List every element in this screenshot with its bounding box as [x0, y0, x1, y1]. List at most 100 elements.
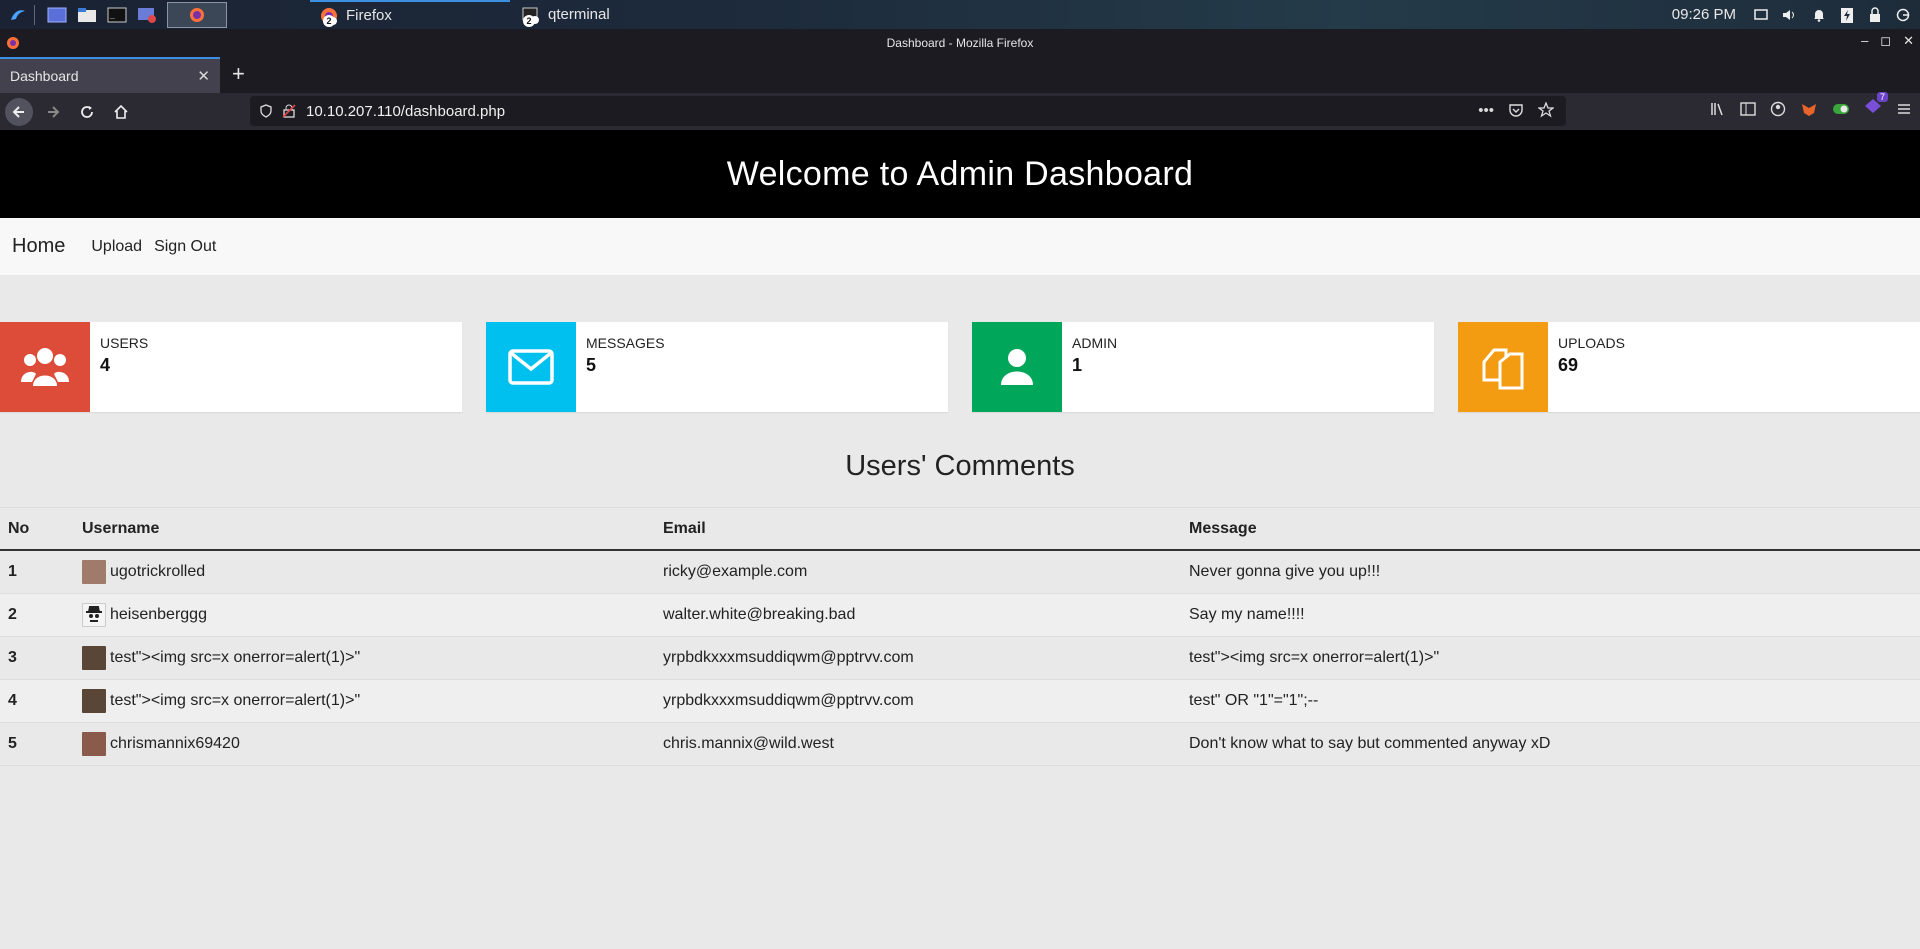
- avatar: [82, 603, 106, 627]
- row-number: 2: [8, 606, 17, 623]
- sidebar-icon[interactable]: [1740, 101, 1756, 117]
- battery-charging-icon[interactable]: [1840, 6, 1854, 24]
- username: test"><img src=x onerror=alert(1)>": [110, 692, 361, 709]
- nav-upload-link[interactable]: Upload: [91, 238, 142, 256]
- stat-icon-box: [972, 322, 1062, 412]
- username: test"><img src=x onerror=alert(1)>": [110, 649, 361, 666]
- extension-badge: 7: [1876, 92, 1888, 102]
- arrow-right-icon: [48, 105, 60, 118]
- svg-text:_: _: [110, 10, 115, 19]
- page-actions-icon[interactable]: •••: [1478, 102, 1494, 119]
- insecure-lock-icon[interactable]: [282, 104, 296, 118]
- taskbar-task-qterminal[interactable]: qterminal: [512, 0, 702, 29]
- stats-row: USERS 4 MESSAGES 5 ADMIN 1 UPLOADS 69: [0, 322, 1920, 412]
- minimize-icon[interactable]: –: [1861, 33, 1868, 49]
- screen-recorder-icon[interactable]: [135, 4, 159, 26]
- os-taskbar: _ Firefox qterminal 09:26 PM: [0, 0, 1920, 29]
- system-tray: 09:26 PM: [1672, 0, 1920, 29]
- column-header-message: Message: [1189, 519, 1257, 537]
- column-header-username: Username: [82, 519, 160, 537]
- display-icon[interactable]: [1754, 8, 1768, 22]
- stat-icon-box: [486, 322, 576, 412]
- stat-label: ADMIN: [1072, 335, 1118, 351]
- back-button[interactable]: [5, 97, 33, 126]
- stat-card-messages: MESSAGES 5: [486, 322, 948, 412]
- username-cell: test"><img src=x onerror=alert(1)>": [82, 689, 663, 713]
- clock[interactable]: 09:26 PM: [1672, 6, 1736, 23]
- stat-value: 1: [1072, 355, 1083, 375]
- reload-button[interactable]: [73, 98, 101, 126]
- reload-icon: [81, 105, 93, 118]
- kali-menu-icon[interactable]: [6, 4, 30, 26]
- library-icon[interactable]: [1710, 101, 1726, 117]
- window-title: Dashboard - Mozilla Firefox: [886, 36, 1034, 50]
- email-cell: ricky@example.com: [663, 563, 808, 580]
- volume-icon[interactable]: [1782, 8, 1798, 22]
- new-tab-icon[interactable]: +: [232, 61, 245, 87]
- home-icon: [114, 104, 128, 119]
- username: heisenberggg: [110, 606, 207, 623]
- close-tab-icon[interactable]: ✕: [197, 67, 210, 85]
- show-desktop-icon[interactable]: [45, 4, 69, 26]
- taskbar-firefox-launcher[interactable]: [167, 1, 227, 28]
- nav-sign-out-link[interactable]: Sign Out: [154, 238, 216, 256]
- stat-label: MESSAGES: [586, 335, 665, 351]
- column-header-email: Email: [663, 519, 706, 537]
- message-cell: test"><img src=x onerror=alert(1)>": [1189, 649, 1440, 666]
- tracking-shield-icon[interactable]: [260, 104, 272, 118]
- window-titlebar: Dashboard - Mozilla Firefox – ◻ ✕: [0, 29, 1920, 57]
- notifications-bell-icon[interactable]: [1812, 8, 1826, 22]
- firefox-icon: [7, 37, 19, 49]
- table-row: 3 test"><img src=x onerror=alert(1)>" yr…: [0, 637, 1920, 680]
- message-cell: Say my name!!!!: [1189, 606, 1305, 623]
- lock-screen-icon[interactable]: [1868, 6, 1882, 23]
- username-cell: heisenberggg: [82, 603, 663, 627]
- stat-label: UPLOADS: [1558, 335, 1625, 351]
- row-number: 3: [8, 649, 17, 666]
- hamburger-menu-icon[interactable]: [1896, 101, 1912, 117]
- table-row: 1 ugotrickrolled ricky@example.com Never…: [0, 551, 1920, 594]
- stat-value: 69: [1558, 355, 1579, 375]
- logout-icon[interactable]: [1896, 8, 1910, 22]
- task-count-badge: 2: [323, 15, 335, 27]
- account-icon[interactable]: [1770, 101, 1786, 117]
- web-page: Welcome to Admin Dashboard Home Upload S…: [0, 130, 1920, 949]
- avatar: [82, 689, 106, 713]
- page-header: Welcome to Admin Dashboard: [0, 130, 1920, 218]
- username: chrismannix69420: [110, 735, 240, 752]
- taskbar-task-label: qterminal: [548, 6, 610, 23]
- table-row: 4 test"><img src=x onerror=alert(1)>" yr…: [0, 680, 1920, 723]
- wappalyzer-extension[interactable]: 7: [1864, 92, 1888, 119]
- foxyproxy-extension-icon[interactable]: [1800, 101, 1818, 117]
- username-cell: chrismannix69420: [82, 732, 663, 756]
- toggle-extension-icon[interactable]: [1832, 102, 1850, 116]
- avatar: [82, 560, 106, 584]
- stat-card-users: USERS 4: [0, 322, 462, 412]
- row-number: 1: [8, 563, 17, 580]
- table-row: 2 heisenberggg walter.white@breaking.bad…: [0, 594, 1920, 637]
- message-cell: Never gonna give you up!!!: [1189, 563, 1381, 580]
- email-cell: yrpbdkxxxmsuddiqwm@pptrvv.com: [663, 649, 914, 666]
- stat-card-uploads: UPLOADS 69: [1458, 322, 1920, 412]
- close-window-icon[interactable]: ✕: [1903, 33, 1914, 49]
- stat-icon-box: [1458, 322, 1548, 412]
- stat-card-admin: ADMIN 1: [972, 322, 1434, 412]
- heisenberg-avatar-icon: [86, 606, 102, 622]
- maximize-icon[interactable]: ◻: [1880, 33, 1891, 49]
- email-cell: walter.white@breaking.bad: [663, 606, 856, 623]
- tab-dashboard[interactable]: Dashboard ✕: [0, 57, 220, 93]
- firefox-icon: [190, 7, 204, 22]
- file-manager-icon[interactable]: [75, 4, 99, 26]
- email-cell: chris.mannix@wild.west: [663, 735, 834, 752]
- terminal-icon[interactable]: _: [105, 4, 129, 26]
- nav-home-link[interactable]: Home: [12, 235, 65, 258]
- pocket-icon[interactable]: [1508, 102, 1524, 118]
- url-bar[interactable]: 10.10.207.110/dashboard.php •••: [250, 96, 1566, 126]
- home-button[interactable]: [107, 98, 135, 126]
- taskbar-task-firefox[interactable]: Firefox: [310, 0, 510, 29]
- forward-button[interactable]: [39, 98, 67, 126]
- bookmark-star-icon[interactable]: [1538, 102, 1554, 118]
- tab-title: Dashboard: [10, 68, 79, 84]
- username-cell: ugotrickrolled: [82, 560, 663, 584]
- url-text[interactable]: 10.10.207.110/dashboard.php: [306, 103, 505, 120]
